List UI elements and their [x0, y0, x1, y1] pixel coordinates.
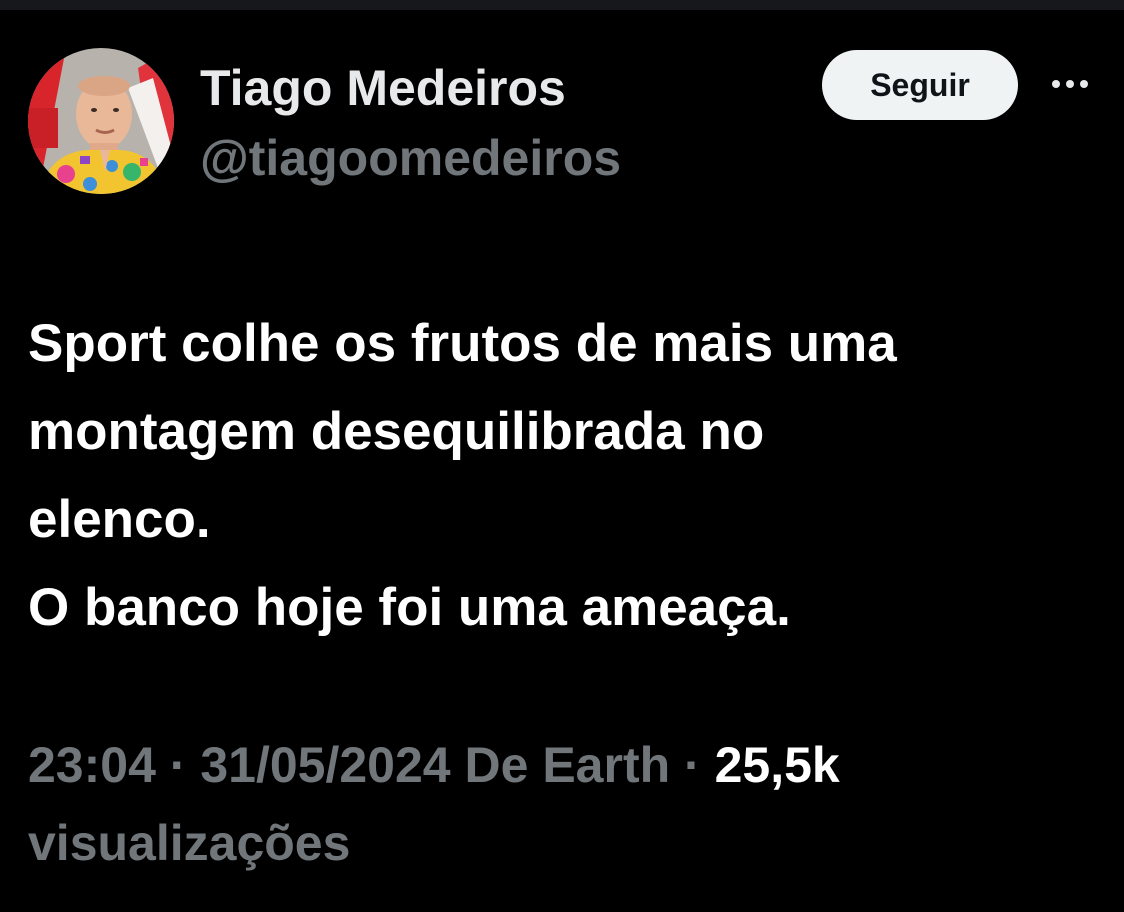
- tweet-text: Sport colhe os frutos de mais uma montag…: [28, 300, 1098, 652]
- tweet-line: elenco.: [28, 490, 211, 549]
- tweet-time[interactable]: 23:04: [28, 737, 156, 793]
- more-horizontal-icon[interactable]: [1046, 66, 1094, 102]
- tweet-source: De Earth: [464, 737, 671, 793]
- meta-separator: ·: [169, 737, 187, 793]
- more-dots-icon: [1052, 80, 1088, 88]
- avatar[interactable]: [28, 48, 174, 194]
- tweet-card: Tiago Medeiros @tiagoomedeiros Seguir Sp…: [0, 10, 1124, 912]
- author-name[interactable]: Tiago Medeiros: [200, 58, 566, 118]
- tweet-line: montagem desequilibrada no: [28, 402, 765, 461]
- meta-separator: ·: [684, 737, 701, 793]
- avatar-image: [28, 48, 174, 194]
- meta-line: 23:04 · 31/05/2024 De Earth · 25,5k: [28, 726, 1108, 804]
- author-handle[interactable]: @tiagoomedeiros: [200, 128, 621, 188]
- top-divider: [0, 0, 1124, 10]
- tweet-meta: 23:04 · 31/05/2024 De Earth · 25,5k visu…: [28, 726, 1108, 882]
- views-count[interactable]: 25,5k: [715, 737, 840, 793]
- tweet-line: Sport colhe os frutos de mais uma: [28, 314, 897, 373]
- tweet-date[interactable]: 31/05/2024: [200, 737, 450, 793]
- tweet-line: O banco hoje foi uma ameaça.: [28, 578, 791, 637]
- views-label[interactable]: visualizações: [28, 804, 1108, 882]
- follow-button[interactable]: Seguir: [822, 50, 1018, 120]
